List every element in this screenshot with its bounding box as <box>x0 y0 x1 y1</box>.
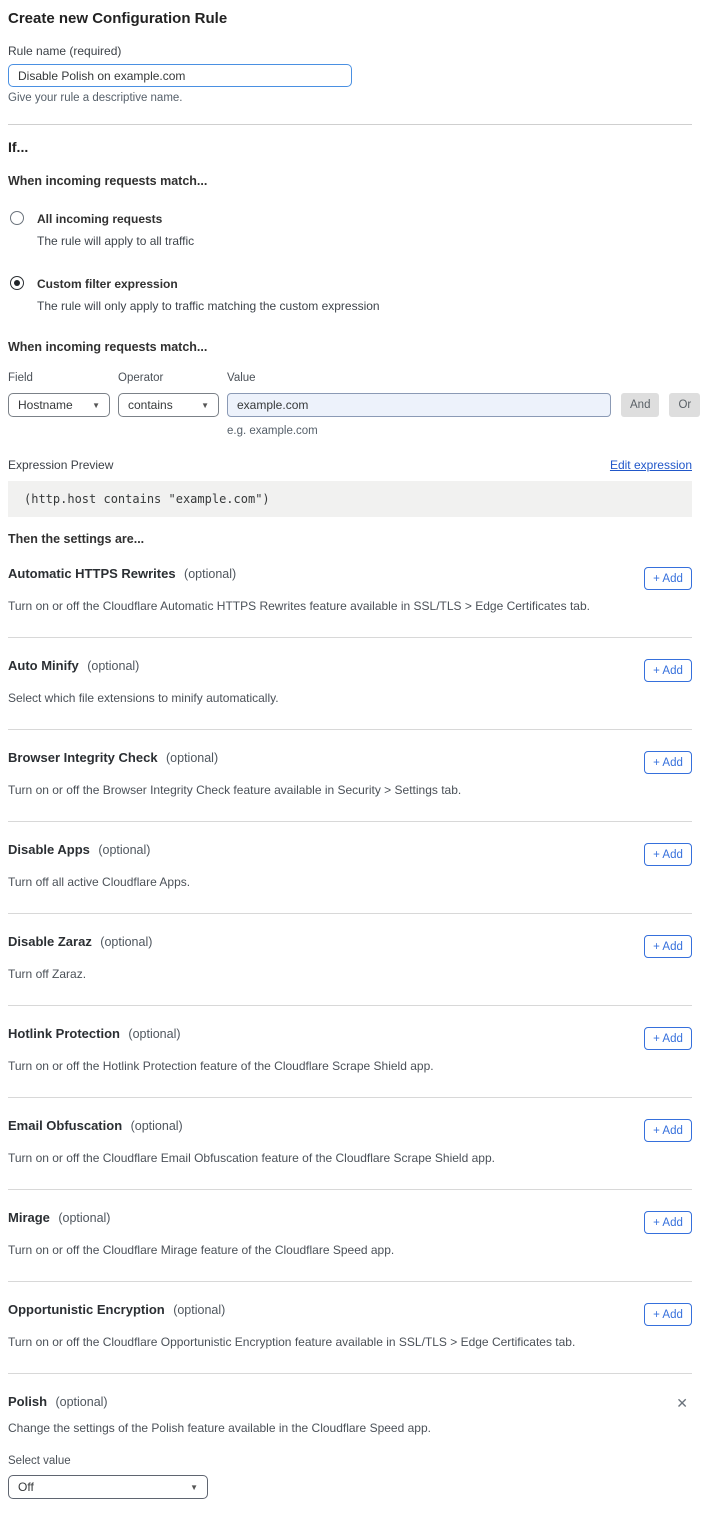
create-configuration-rule-page: Create new Configuration Rule Rule name … <box>0 0 705 1523</box>
expression-preview-label: Expression Preview <box>8 458 113 472</box>
setting-row-mirage: Mirage (optional) + Add Turn on or off t… <box>8 1190 692 1282</box>
polish-select-value: Off <box>18 1480 34 1494</box>
setting-row-browser-integrity-check: Browser Integrity Check (optional) + Add… <box>8 730 692 822</box>
add-button[interactable]: + Add <box>644 659 692 682</box>
optional-label: (optional) <box>131 1119 183 1133</box>
setting-description: Turn on or off the Cloudflare Mirage fea… <box>8 1243 692 1257</box>
add-button[interactable]: + Add <box>644 751 692 774</box>
setting-description: Turn off all active Cloudflare Apps. <box>8 875 692 889</box>
setting-row-opportunistic-encryption: Opportunistic Encryption (optional) + Ad… <box>8 1282 692 1374</box>
optional-label: (optional) <box>184 567 236 581</box>
setting-description: Select which file extensions to minify a… <box>8 691 692 705</box>
match-type-radio-group: All incoming requests The rule will appl… <box>8 210 692 313</box>
rule-name-help: Give your rule a descriptive name. <box>8 92 692 104</box>
add-button[interactable]: + Add <box>644 567 692 590</box>
radio-description: The rule will only apply to traffic matc… <box>37 299 380 313</box>
optional-label: (optional) <box>100 935 152 949</box>
add-button[interactable]: + Add <box>644 935 692 958</box>
field-select[interactable]: Hostname ▼ <box>8 393 110 417</box>
setting-row-email-obfuscation: Email Obfuscation (optional) + Add Turn … <box>8 1098 692 1190</box>
setting-name: Opportunistic Encryption <box>8 1302 165 1317</box>
setting-description: Turn on or off the Browser Integrity Che… <box>8 783 692 797</box>
operator-select-value: contains <box>128 398 173 412</box>
radio-all-incoming-requests[interactable]: All incoming requests The rule will appl… <box>8 210 692 248</box>
optional-label: (optional) <box>55 1395 107 1409</box>
polish-value-select[interactable]: Off ▼ <box>8 1475 208 1499</box>
incoming-requests-match-heading: When incoming requests match... <box>8 174 692 188</box>
setting-name: Disable Apps <box>8 842 90 857</box>
if-heading: If... <box>8 139 692 155</box>
and-button[interactable]: And <box>621 393 659 417</box>
setting-name: Mirage <box>8 1210 50 1225</box>
optional-label: (optional) <box>166 751 218 765</box>
setting-description: Turn on or off the Cloudflare Opportunis… <box>8 1335 692 1349</box>
add-button[interactable]: + Add <box>644 1027 692 1050</box>
setting-row-automatic-https-rewrites: Automatic HTTPS Rewrites (optional) + Ad… <box>8 546 692 638</box>
setting-name: Disable Zaraz <box>8 934 92 949</box>
or-button[interactable]: Or <box>669 393 700 417</box>
optional-label: (optional) <box>58 1211 110 1225</box>
setting-row-hotlink-protection: Hotlink Protection (optional) + Add Turn… <box>8 1006 692 1098</box>
radio-label: Custom filter expression <box>37 277 178 291</box>
add-button[interactable]: + Add <box>644 843 692 866</box>
setting-name: Auto Minify <box>8 658 79 673</box>
setting-name: Polish <box>8 1394 47 1409</box>
value-hint: e.g. example.com <box>227 425 611 437</box>
radio-description: The rule will apply to all traffic <box>37 234 194 248</box>
chevron-down-icon: ▼ <box>92 401 100 410</box>
section-divider <box>8 124 692 125</box>
setting-row-disable-zaraz: Disable Zaraz (optional) + Add Turn off … <box>8 914 692 1006</box>
setting-name: Email Obfuscation <box>8 1118 122 1133</box>
operator-label: Operator <box>118 372 227 384</box>
value-label: Value <box>227 372 611 384</box>
setting-description: Turn on or off the Cloudflare Email Obfu… <box>8 1151 692 1165</box>
field-select-value: Hostname <box>18 398 73 412</box>
chevron-down-icon: ▼ <box>201 401 209 410</box>
optional-label: (optional) <box>173 1303 225 1317</box>
setting-row-auto-minify: Auto Minify (optional) + Add Select whic… <box>8 638 692 730</box>
expression-preview-code: (http.host contains "example.com") <box>8 481 692 517</box>
expression-builder-row: Field Hostname ▼ Operator contains ▼ Val… <box>8 372 692 437</box>
setting-description: Turn on or off the Hotlink Protection fe… <box>8 1059 692 1073</box>
then-settings-heading: Then the settings are... <box>8 532 692 546</box>
close-icon[interactable]: ✕ <box>672 1394 692 1412</box>
field-label: Field <box>8 372 118 384</box>
setting-name: Browser Integrity Check <box>8 750 158 765</box>
optional-label: (optional) <box>87 659 139 673</box>
add-button[interactable]: + Add <box>644 1303 692 1326</box>
optional-label: (optional) <box>98 843 150 857</box>
setting-name: Hotlink Protection <box>8 1026 120 1041</box>
setting-row-disable-apps: Disable Apps (optional) + Add Turn off a… <box>8 822 692 914</box>
add-button[interactable]: + Add <box>644 1211 692 1234</box>
chevron-down-icon: ▼ <box>190 1483 198 1492</box>
radio-custom-filter-expression[interactable]: Custom filter expression The rule will o… <box>8 275 692 313</box>
setting-description: Change the settings of the Polish featur… <box>8 1421 692 1435</box>
setting-description: Turn on or off the Cloudflare Automatic … <box>8 599 692 613</box>
edit-expression-link[interactable]: Edit expression <box>610 458 692 472</box>
select-value-label: Select value <box>8 1455 692 1467</box>
setting-row-polish: Polish (optional) ✕ Change the settings … <box>8 1374 692 1523</box>
radio-label: All incoming requests <box>37 212 162 226</box>
radio-selected-icon[interactable] <box>10 276 24 290</box>
optional-label: (optional) <box>128 1027 180 1041</box>
add-button[interactable]: + Add <box>644 1119 692 1142</box>
value-input[interactable] <box>227 393 611 417</box>
rule-name-label: Rule name (required) <box>8 44 692 58</box>
setting-description: Turn off Zaraz. <box>8 967 692 981</box>
radio-unselected-icon[interactable] <box>10 211 24 225</box>
page-title: Create new Configuration Rule <box>8 10 692 27</box>
setting-name: Automatic HTTPS Rewrites <box>8 566 176 581</box>
expression-builder-heading: When incoming requests match... <box>8 340 692 354</box>
rule-name-input[interactable] <box>8 64 352 87</box>
operator-select[interactable]: contains ▼ <box>118 393 219 417</box>
